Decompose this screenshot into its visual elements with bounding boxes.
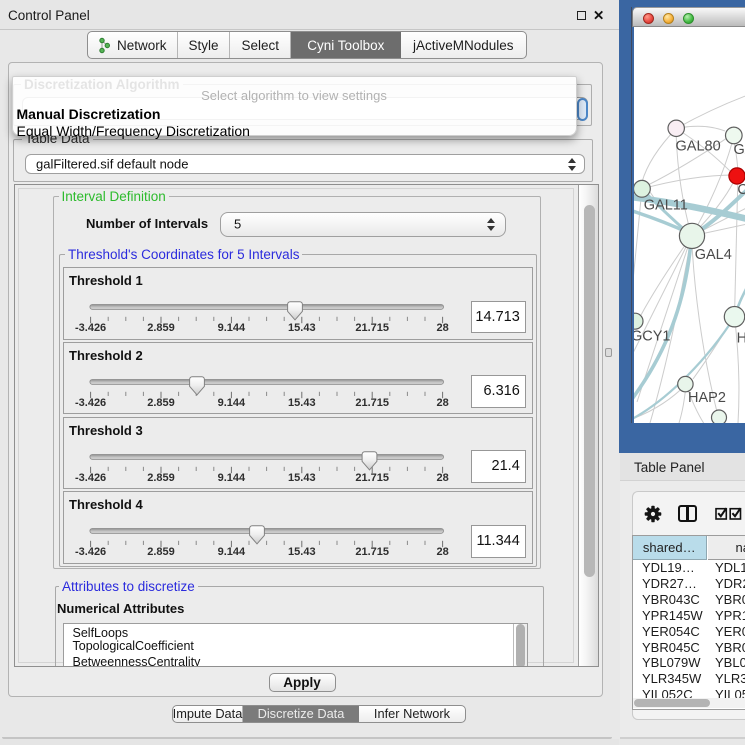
svg-text:15.43: 15.43 — [288, 471, 316, 483]
svg-text:GAL4: GAL4 — [694, 247, 731, 263]
svg-text:28: 28 — [436, 322, 448, 334]
svg-text:-3.426: -3.426 — [75, 471, 106, 483]
svg-text:15.43: 15.43 — [288, 397, 316, 409]
svg-text:H: H — [736, 331, 745, 347]
svg-text:9.144: 9.144 — [218, 397, 246, 409]
svg-text:9.144: 9.144 — [218, 546, 246, 558]
svg-text:15.43: 15.43 — [288, 546, 316, 558]
svg-text:HAP2: HAP2 — [688, 390, 726, 406]
svg-text:21.715: 21.715 — [355, 471, 389, 483]
svg-text:28: 28 — [436, 397, 448, 409]
svg-text:GA: GA — [733, 142, 745, 158]
svg-text:2.859: 2.859 — [147, 546, 175, 558]
svg-text:9.144: 9.144 — [218, 471, 246, 483]
svg-text:9.144: 9.144 — [218, 322, 246, 334]
svg-text:28: 28 — [436, 471, 448, 483]
svg-text:GAL11: GAL11 — [643, 198, 687, 214]
svg-text:-3.426: -3.426 — [75, 397, 106, 409]
svg-text:15.43: 15.43 — [288, 322, 316, 334]
svg-text:GCY1: GCY1 — [634, 329, 671, 345]
svg-text:2.859: 2.859 — [147, 397, 175, 409]
svg-text:C: C — [737, 182, 745, 198]
svg-text:21.715: 21.715 — [355, 546, 389, 558]
svg-text:21.715: 21.715 — [355, 397, 389, 409]
svg-text:2.859: 2.859 — [147, 322, 175, 334]
svg-text:-3.426: -3.426 — [75, 546, 106, 558]
svg-text:-3.426: -3.426 — [75, 322, 106, 334]
svg-text:21.715: 21.715 — [355, 322, 389, 334]
svg-text:2.859: 2.859 — [147, 471, 175, 483]
svg-text:28: 28 — [436, 546, 448, 558]
svg-text:GAL80: GAL80 — [675, 139, 720, 155]
